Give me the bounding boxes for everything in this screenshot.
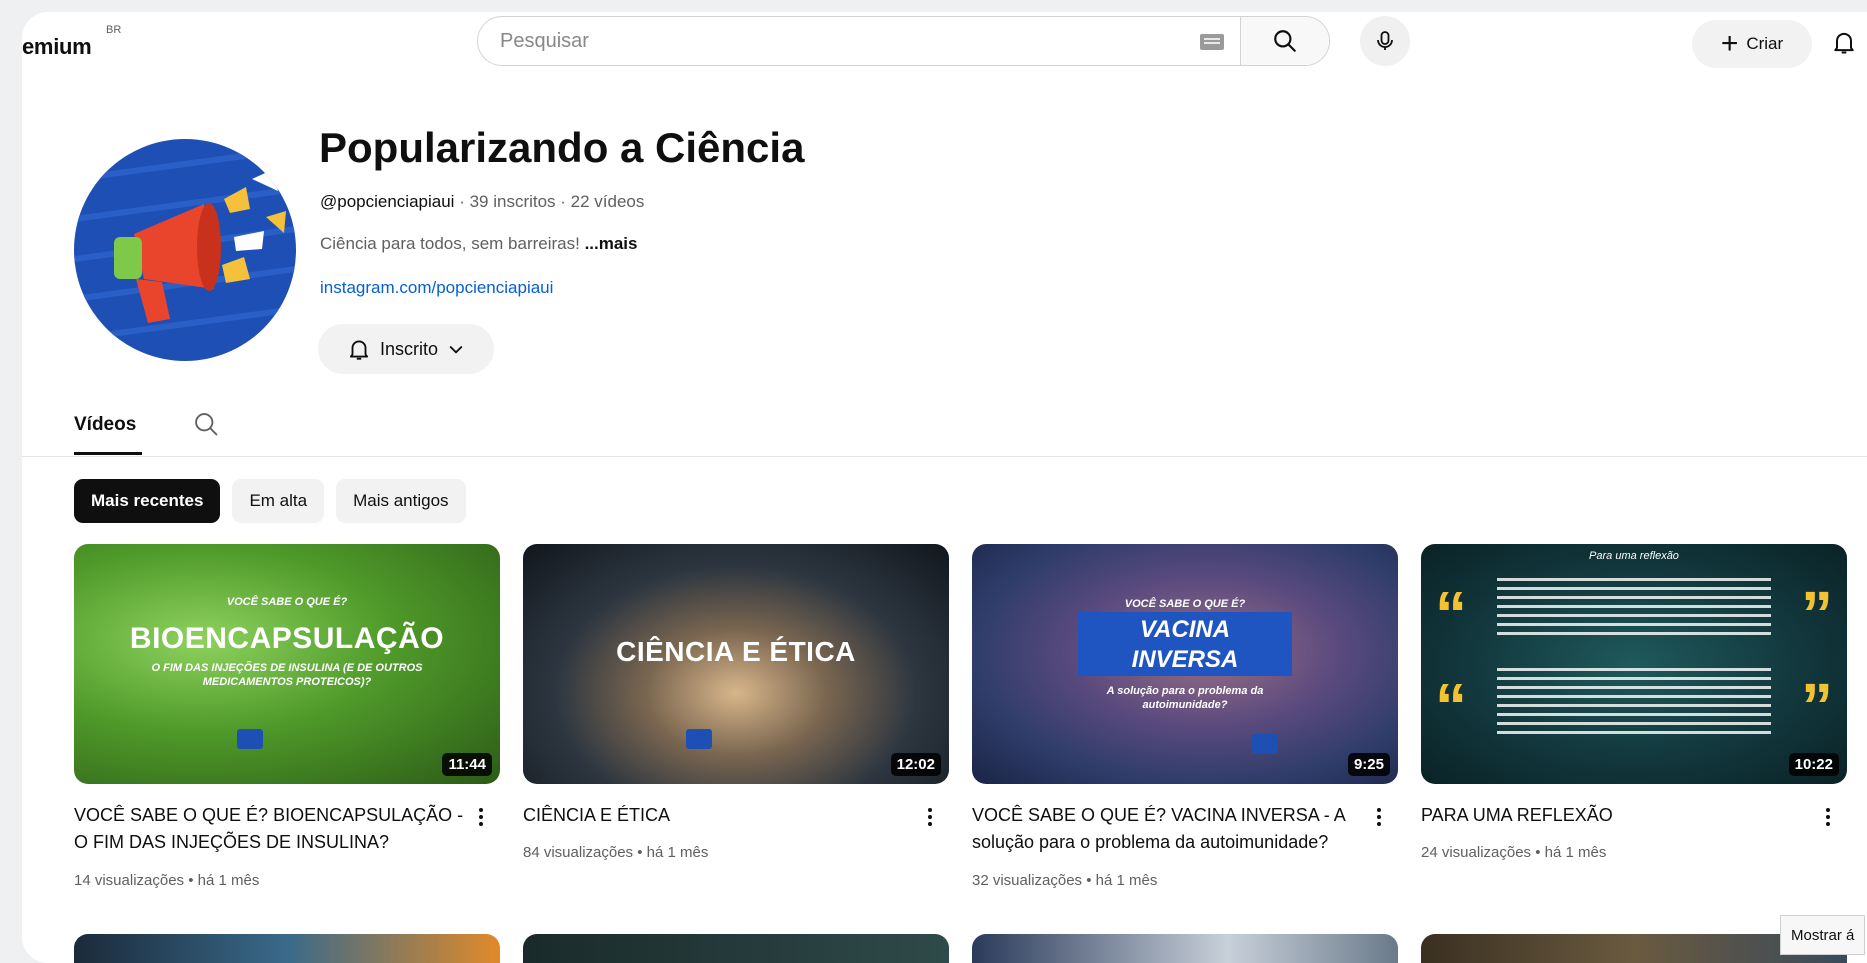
video-duration: 12:02 — [890, 753, 941, 776]
video-menu-button[interactable] — [1815, 804, 1841, 830]
thumbnail-logo — [1252, 734, 1278, 754]
thumbnail-title: INVERSA — [1131, 646, 1239, 673]
video-thumbnail[interactable]: CIÊNCIA E ÉTICA 12:02 — [523, 544, 949, 784]
more-vert-icon — [1377, 815, 1381, 819]
video-title[interactable]: PARA UMA REFLEXÃO — [1421, 802, 1813, 829]
subscribed-button[interactable]: Inscrito — [318, 324, 494, 374]
channel-description[interactable]: Ciência para todos, sem barreiras! ...ma… — [320, 234, 637, 254]
channel-search-button[interactable] — [192, 410, 220, 443]
video-meta: 14 visualizações • há 1 mês — [74, 872, 260, 889]
keyboard-icon[interactable] — [1200, 34, 1224, 50]
video-title[interactable]: VOCÊ SABE O QUE É? VACINA INVERSA - A so… — [972, 802, 1364, 856]
search-button[interactable] — [1240, 17, 1329, 65]
tabs-divider — [22, 456, 1867, 457]
thumbnail-title: VACINA — [1139, 616, 1231, 643]
channel-title: Popularizando a Ciência — [319, 124, 805, 171]
channel-link[interactable]: instagram.com/popcienciapiaui — [320, 278, 553, 298]
video-title[interactable]: VOCÊ SABE O QUE É? BIOENCAPSULAÇÃO - O F… — [74, 802, 466, 856]
chip-mais-recentes[interactable]: Mais recentes — [74, 479, 221, 523]
video-duration: 10:22 — [1788, 753, 1839, 776]
megaphone-icon — [74, 139, 296, 361]
sort-chips: Mais recentes Em alta Mais antigos — [74, 479, 466, 523]
brand-logo[interactable]: emium — [22, 34, 92, 60]
search-input[interactable]: Pesquisar — [478, 17, 1240, 65]
tab-active-indicator — [74, 452, 142, 455]
thumbnail-kicker: Para uma reflexão — [1589, 550, 1679, 562]
more-vert-icon — [479, 815, 483, 819]
video-title[interactable]: CIÊNCIA E ÉTICA — [523, 802, 915, 829]
video-thumbnail[interactable]: VOCÊ SABE O QUE É? BIOENCAPSULAÇÃO O FIM… — [74, 544, 500, 784]
video-menu-button[interactable] — [468, 804, 494, 830]
video-meta: 32 visualizações • há 1 mês — [972, 872, 1158, 889]
subscribed-label: Inscrito — [379, 338, 439, 359]
video-card[interactable]: Para uma reflexão “ ” “ ” 10:22 PARA UMA… — [1421, 544, 1847, 861]
channel-handle: @popcienciapiaui — [320, 192, 455, 211]
search-icon — [1274, 30, 1296, 52]
more-link[interactable]: ...mais — [585, 234, 638, 253]
video-thumbnail[interactable] — [74, 934, 500, 963]
notifications-button[interactable] — [1830, 28, 1858, 61]
search-box: Pesquisar — [477, 16, 1330, 66]
video-card[interactable]: VOCÊ SABE O QUE É? BIOENCAPSULAÇÃO O FIM… — [74, 544, 500, 889]
chip-em-alta[interactable]: Em alta — [232, 479, 325, 523]
more-vert-icon — [1826, 815, 1830, 819]
channel-avatar[interactable] — [74, 139, 296, 361]
quote-open-icon: “ — [1435, 670, 1467, 742]
video-duration: 9:25 — [1347, 753, 1390, 776]
thumbnail-title: BIOENCAPSULAÇÃO — [129, 622, 445, 655]
video-card[interactable]: VOCÊ SABE O QUE É? VACINA INVERSA A solu… — [972, 544, 1398, 889]
thumbnail-subtitle: O FIM DAS INJEÇÕES DE INSULINA (E DE OUT… — [151, 662, 423, 688]
quote-open-icon: “ — [1435, 578, 1467, 650]
thumbnail-subtitle: A solução para o problema da autoimunida… — [1106, 685, 1264, 711]
video-thumbnail[interactable] — [523, 934, 949, 963]
voice-search-button[interactable] — [1360, 16, 1410, 66]
chip-mais-antigos[interactable]: Mais antigos — [336, 479, 466, 523]
tab-videos[interactable]: Vídeos — [74, 414, 136, 436]
create-button[interactable]: + Criar — [1692, 20, 1812, 68]
tooltip: Mostrar á — [1780, 915, 1866, 955]
video-menu-button[interactable] — [917, 804, 943, 830]
chevron-down-icon — [449, 345, 463, 354]
video-meta: 84 visualizações • há 1 mês — [523, 844, 709, 861]
bell-icon — [349, 340, 369, 360]
channel-stats: · 39 inscritos · 22 vídeos — [454, 192, 645, 211]
video-menu-button[interactable] — [1366, 804, 1392, 830]
video-thumbnail[interactable] — [972, 934, 1398, 963]
thumbnail-title: CIÊNCIA E ÉTICA — [616, 636, 856, 667]
quote-close-icon: ” — [1801, 670, 1833, 742]
quote-close-icon: ” — [1801, 578, 1833, 650]
create-label: Criar — [1746, 34, 1784, 53]
video-thumbnail[interactable]: Para uma reflexão “ ” “ ” 10:22 — [1421, 544, 1847, 784]
thumbnail-kicker: VOCÊ SABE O QUE É? — [1124, 598, 1246, 610]
brand-country-code: BR — [106, 24, 122, 36]
quote-text-block — [1497, 578, 1771, 640]
channel-description-text: Ciência para todos, sem barreiras! — [320, 234, 585, 253]
quote-text-block — [1497, 668, 1771, 738]
thumbnail-kicker: VOCÊ SABE O QUE É? — [226, 596, 348, 608]
search-placeholder: Pesquisar — [500, 29, 589, 52]
bell-icon — [1834, 32, 1854, 54]
video-duration: 11:44 — [442, 753, 492, 776]
video-thumbnail[interactable]: VOCÊ SABE O QUE É? VACINA INVERSA A solu… — [972, 544, 1398, 784]
page-frame: emium BR Pesquisar + Criar Popularizando… — [22, 12, 1867, 963]
thumbnail-logo — [237, 729, 263, 749]
plus-icon: + — [1720, 27, 1739, 60]
microphone-icon — [1377, 31, 1393, 50]
video-meta: 24 visualizações • há 1 mês — [1421, 844, 1607, 861]
channel-meta: @popcienciapiaui · 39 inscritos · 22 víd… — [320, 192, 644, 212]
search-icon — [195, 413, 218, 436]
more-vert-icon — [928, 815, 932, 819]
thumbnail-logo — [686, 729, 712, 749]
video-card[interactable]: CIÊNCIA E ÉTICA 12:02 CIÊNCIA E ÉTICA 84… — [523, 544, 949, 861]
